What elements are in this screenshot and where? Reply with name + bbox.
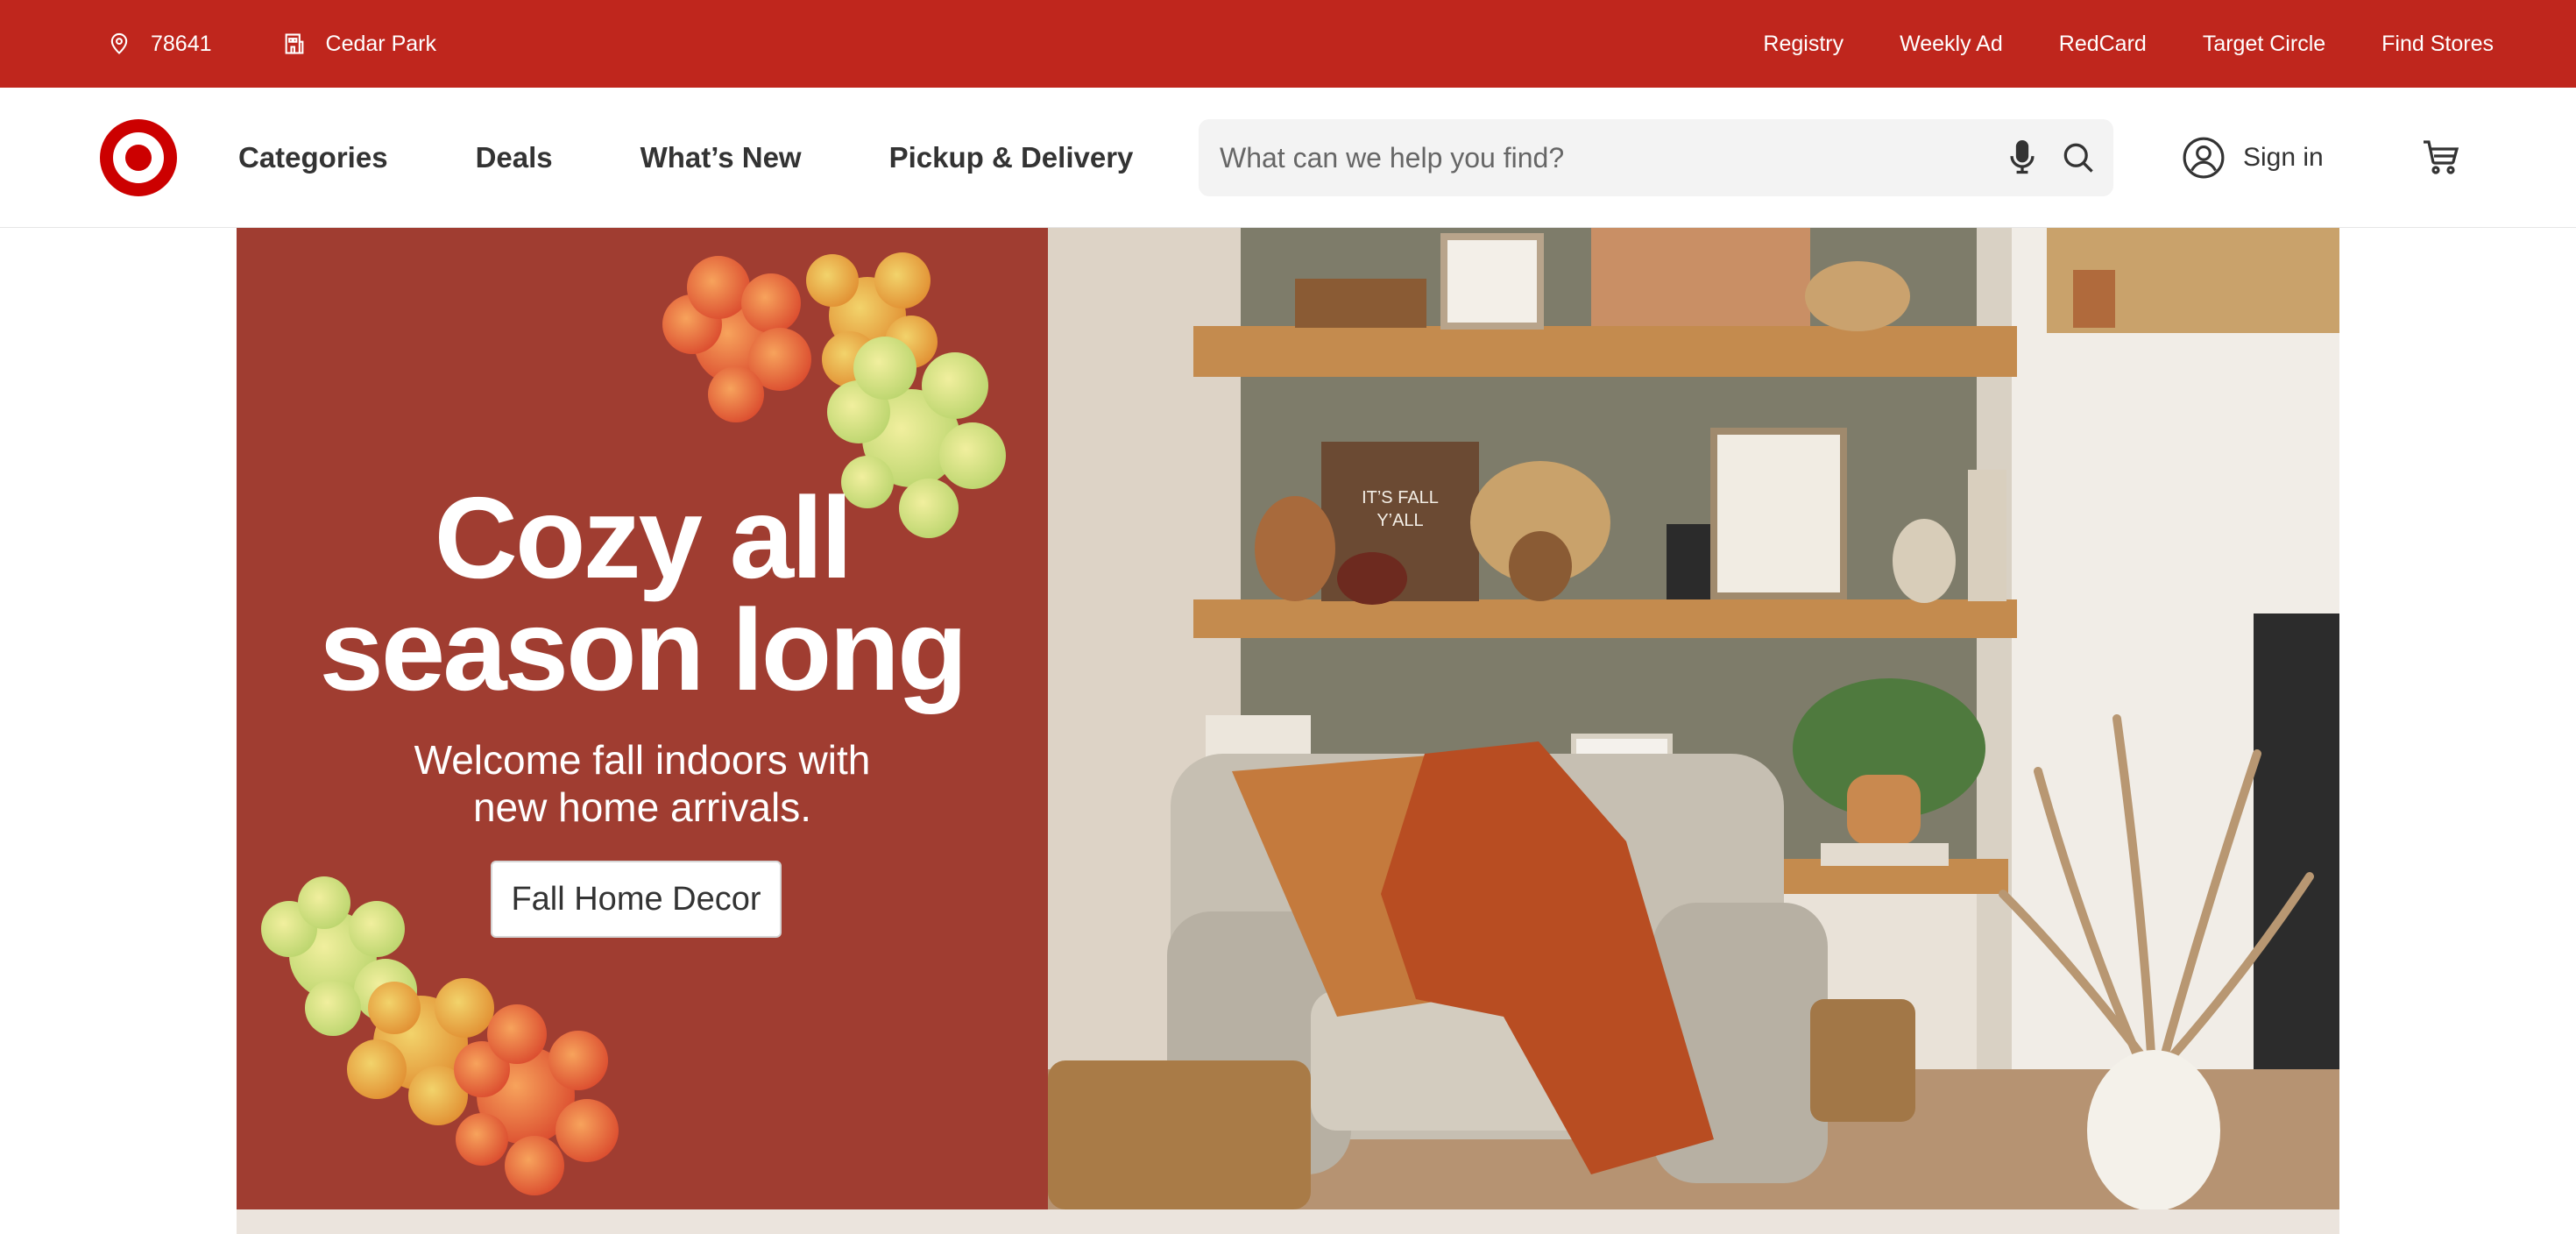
fall-leaves-illustration-bottom	[261, 876, 619, 1195]
hero-headline-line-1: Cozy all	[434, 473, 853, 602]
account-icon	[2183, 137, 2225, 179]
map-pin-icon	[110, 32, 128, 54]
zip-code-button[interactable]: 78641	[107, 32, 212, 57]
utility-bar: 78641 Cedar Park Registry Weekly Ad RedC…	[0, 0, 2576, 88]
fall-sign-line-2: Y’ALL	[1376, 511, 1423, 530]
fall-sign-line-1: IT’S FALL	[1362, 488, 1439, 507]
sign-in-button[interactable]: Sign in	[2182, 88, 2324, 228]
store-name-label: Cedar Park	[325, 31, 436, 56]
target-circle-link[interactable]: Target Circle	[2203, 32, 2325, 57]
store-button[interactable]: Cedar Park	[282, 32, 436, 57]
hero-headline-line-2: season long	[319, 585, 967, 714]
below-hero-strip	[237, 1209, 2339, 1234]
utility-links: Registry Weekly Ad RedCard Target Circle…	[1707, 0, 2494, 88]
zip-code-label: 78641	[151, 31, 212, 56]
microphone-icon[interactable]	[2003, 138, 2042, 177]
hero-subtext-line-1: Welcome fall indoors with	[414, 737, 871, 783]
hero-headline: Cozy all season long	[237, 473, 1048, 714]
hero-subtext: Welcome fall indoors with new home arriv…	[237, 736, 1048, 831]
nav-whats-new[interactable]: What’s New	[640, 141, 802, 174]
redcard-link[interactable]: RedCard	[2059, 32, 2147, 57]
nav-deals[interactable]: Deals	[476, 141, 553, 174]
nav-pickup-delivery[interactable]: Pickup & Delivery	[889, 141, 1134, 174]
search-bar	[1199, 119, 2113, 196]
main-header: Categories Deals What’s New Pickup & Del…	[0, 88, 2576, 228]
cart-icon[interactable]	[2420, 137, 2462, 179]
find-stores-link[interactable]: Find Stores	[2381, 32, 2494, 57]
hero-subtext-line-2: new home arrivals.	[472, 784, 812, 830]
weekly-ad-link[interactable]: Weekly Ad	[1900, 32, 2003, 57]
registry-link[interactable]: Registry	[1763, 32, 1844, 57]
hero-banner: Cozy all season long Welcome fall indoor…	[237, 228, 2339, 1209]
search-icon[interactable]	[2059, 138, 2098, 177]
location-group: 78641 Cedar Park	[107, 0, 506, 88]
promo-panel: Cozy all season long Welcome fall indoor…	[237, 228, 1048, 1209]
main-nav: Categories Deals What’s New Pickup & Del…	[238, 88, 1221, 228]
oak-leaf-orange	[662, 256, 811, 422]
hero-living-room-image: IT’S FALL Y’ALL	[1048, 228, 2339, 1209]
sign-in-label: Sign in	[2243, 143, 2324, 172]
store-icon	[285, 33, 303, 54]
search-input[interactable]	[1220, 119, 1964, 196]
nav-categories[interactable]: Categories	[238, 141, 388, 174]
target-logo[interactable]	[100, 119, 177, 196]
